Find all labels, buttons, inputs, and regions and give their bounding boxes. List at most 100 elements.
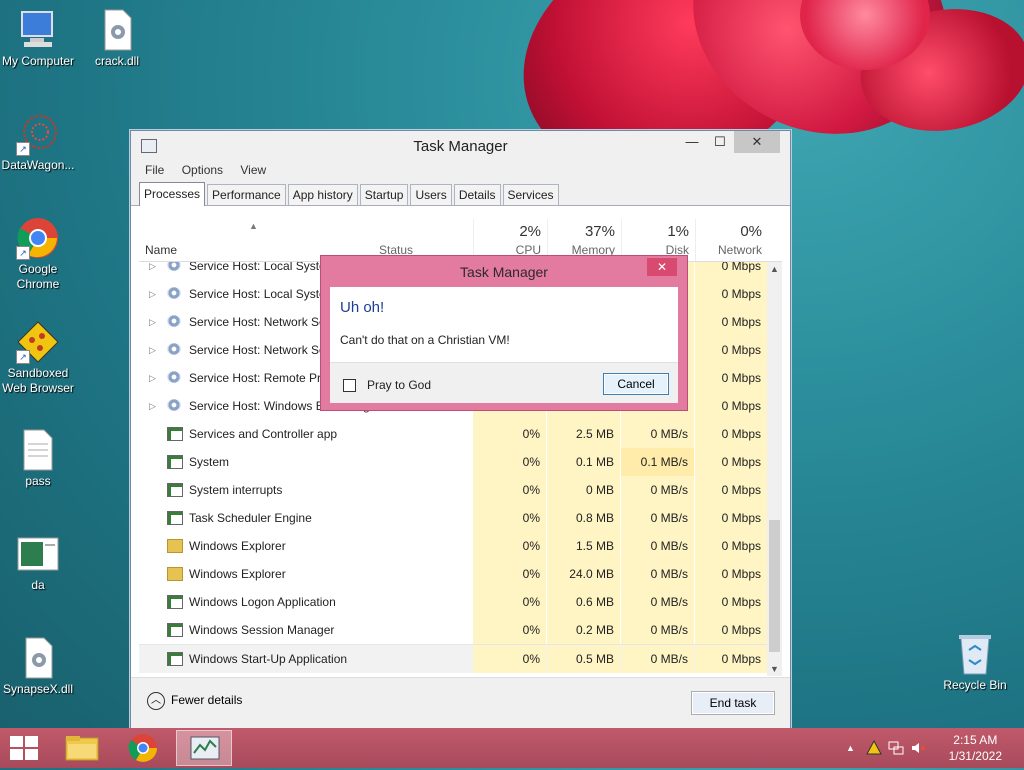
desktop-icon-datawagon[interactable]: ↗ DataWagon...	[0, 112, 76, 173]
tab-details[interactable]: Details	[453, 184, 501, 205]
table-row[interactable]: System interrupts 0% 0 MB 0 MB/s 0 Mbps	[139, 476, 767, 504]
process-network: 0 Mbps	[695, 420, 767, 448]
desktop-icon-pass[interactable]: pass	[0, 428, 76, 489]
process-name: Service Host: Local System	[189, 262, 336, 273]
sandboxie-icon: ↗	[16, 320, 60, 364]
app-icon	[167, 511, 183, 525]
tab-services[interactable]: Services	[502, 184, 559, 205]
expand-arrow-icon[interactable]: ▷	[149, 280, 156, 308]
image-file-icon	[16, 532, 60, 576]
process-name: Windows Logon Application	[189, 595, 336, 609]
process-name: System	[189, 455, 230, 469]
vertical-scrollbar[interactable]: ▲ ▼	[767, 262, 782, 676]
tab-app-history[interactable]: App history	[287, 184, 358, 205]
desktop-icon-sandboxed-browser[interactable]: ↗ Sandboxed Web Browser	[0, 320, 76, 396]
error-dialog: Task Manager ✕ Uh oh! Can't do that on a…	[320, 255, 688, 411]
column-network[interactable]: 0% Network	[695, 219, 762, 261]
shortcut-arrow-icon: ↗	[16, 350, 30, 364]
dll-file-icon	[16, 636, 60, 680]
network-icon[interactable]	[888, 740, 904, 759]
process-memory: 0.6 MB	[547, 588, 620, 616]
dialog-heading: Uh oh!	[340, 299, 385, 316]
desktop-icon-label: My Computer	[1, 54, 75, 68]
process-disk: 0 MB/s	[621, 560, 694, 588]
expand-arrow-icon[interactable]: ▷	[149, 262, 156, 280]
cancel-button[interactable]: Cancel	[603, 373, 669, 395]
process-disk: 0.1 MB/s	[621, 448, 694, 476]
memory-percent: 37%	[584, 223, 615, 240]
minimize-button[interactable]: —	[678, 131, 706, 153]
tab-strip: Processes Performance App history Startu…	[131, 181, 790, 206]
menu-options[interactable]: Options	[182, 159, 223, 181]
process-network: 0 Mbps	[695, 645, 767, 673]
desktop-icon-my-computer[interactable]: My Computer	[0, 8, 76, 69]
pray-checkbox-label[interactable]: Pray to God	[367, 378, 431, 392]
tab-users[interactable]: Users	[410, 184, 452, 205]
maximize-button[interactable]: ☐	[706, 131, 734, 153]
taskbar-task-manager[interactable]	[176, 730, 232, 766]
dialog-titlebar[interactable]: Task Manager ✕	[321, 256, 687, 286]
process-cpu: 0%	[473, 588, 546, 616]
fewer-details-link[interactable]: ︿ Fewer details	[147, 692, 242, 710]
table-row[interactable]: Task Scheduler Engine 0% 0.8 MB 0 MB/s 0 Mbp…	[139, 504, 767, 532]
table-row[interactable]: Windows Logon Application 0% 0.6 MB 0 MB/s 0…	[139, 588, 767, 616]
volume-muted-icon[interactable]	[910, 740, 926, 759]
menu-view[interactable]: View	[240, 159, 266, 181]
expand-arrow-icon[interactable]: ▷	[149, 336, 156, 364]
process-name: Task Scheduler Engine	[189, 511, 312, 525]
table-row[interactable]: Windows Explorer 0% 24.0 MB 0 MB/s 0 Mbps	[139, 560, 767, 588]
tab-startup[interactable]: Startup	[359, 184, 409, 205]
process-memory: 1.5 MB	[547, 532, 620, 560]
desktop-icon-da[interactable]: da	[0, 532, 76, 593]
network-label: Network	[717, 243, 762, 257]
process-memory: 24.0 MB	[547, 560, 620, 588]
close-button[interactable]: ✕	[734, 131, 780, 153]
task-manager-window: Task Manager — ☐ ✕ File Options View Pro…	[130, 130, 791, 730]
table-row[interactable]: Windows Start-Up Application 0% 0.5 MB 0 MB…	[139, 644, 767, 673]
cpu-percent: 2%	[519, 223, 541, 240]
process-memory: 0.1 MB	[547, 448, 620, 476]
end-task-button[interactable]: End task	[691, 691, 775, 715]
scrollbar-thumb[interactable]	[769, 520, 780, 652]
process-cpu: 0%	[473, 645, 546, 673]
scroll-up-icon[interactable]: ▲	[767, 264, 782, 274]
process-network: 0 Mbps	[695, 448, 767, 476]
desktop-icon-crack-dll[interactable]: crack.dll	[79, 8, 155, 69]
process-cpu: 0%	[473, 560, 546, 588]
dialog-close-button[interactable]: ✕	[647, 258, 677, 276]
pray-checkbox[interactable]	[343, 379, 356, 392]
system-tray: ▲ 2:15 AM 1/31/2022	[824, 728, 1024, 768]
start-button[interactable]	[8, 736, 38, 760]
desktop-icon-recycle-bin[interactable]: Recycle Bin	[937, 632, 1013, 693]
task-manager-icon	[190, 736, 220, 760]
table-row[interactable]: Services and Controller app 0% 2.5 MB 0 MB/…	[139, 420, 767, 448]
column-name[interactable]: Name	[145, 243, 177, 257]
tab-performance[interactable]: Performance	[207, 184, 286, 205]
clock[interactable]: 2:15 AM 1/31/2022	[949, 732, 1002, 764]
clock-time: 2:15 AM	[953, 733, 998, 747]
app-icon	[167, 652, 183, 666]
process-cpu: 0%	[473, 448, 546, 476]
taskbar-file-explorer[interactable]	[54, 730, 110, 766]
taskbar-chrome[interactable]	[115, 730, 171, 766]
process-memory: 2.5 MB	[547, 420, 620, 448]
desktop-icon-label: Google Chrome	[16, 262, 60, 291]
window-titlebar[interactable]: Task Manager — ☐ ✕	[131, 131, 790, 159]
menu-file[interactable]: File	[145, 159, 164, 181]
process-network: 0 Mbps	[695, 280, 767, 308]
table-row[interactable]: System 0% 0.1 MB 0.1 MB/s 0 Mbps	[139, 448, 767, 476]
expand-arrow-icon[interactable]: ▷	[149, 392, 156, 420]
disk-percent: 1%	[667, 223, 689, 240]
scroll-down-icon[interactable]: ▼	[767, 664, 782, 674]
desktop-icon-synapsex-dll[interactable]: SynapseX.dll	[0, 636, 76, 697]
dialog-title: Task Manager	[460, 264, 548, 280]
process-name: Windows Explorer	[189, 567, 286, 581]
expand-arrow-icon[interactable]: ▷	[149, 308, 156, 336]
show-hidden-icons-icon[interactable]: ▲	[846, 743, 855, 753]
tab-processes[interactable]: Processes	[139, 182, 206, 206]
action-center-icon[interactable]	[866, 739, 882, 759]
desktop-icon-google-chrome[interactable]: ↗ Google Chrome	[0, 216, 76, 292]
table-row[interactable]: Windows Session Manager 0% 0.2 MB 0 MB/s 0 M…	[139, 616, 767, 644]
expand-arrow-icon[interactable]: ▷	[149, 364, 156, 392]
table-row[interactable]: Windows Explorer 0% 1.5 MB 0 MB/s 0 Mbps	[139, 532, 767, 560]
